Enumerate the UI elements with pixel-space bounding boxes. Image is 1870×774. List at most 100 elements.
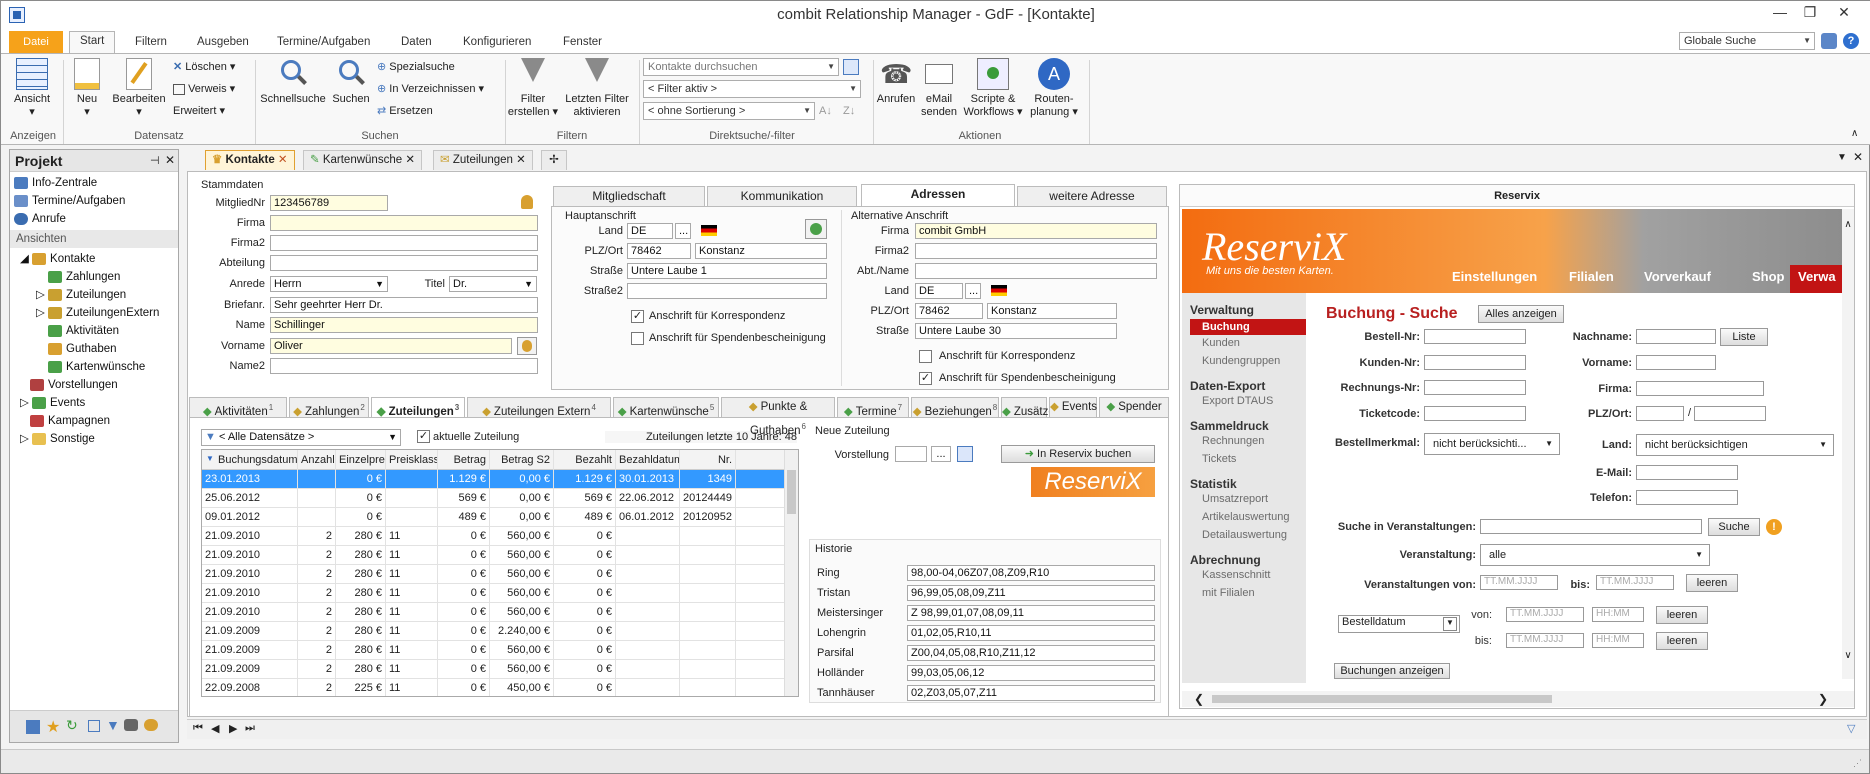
tab-adressen[interactable]: Adressen xyxy=(861,184,1015,206)
subtab-punkte-guthaben[interactable]: ◆ Punkte & Guthaben6 xyxy=(721,397,835,437)
column-header[interactable]: Betrag xyxy=(438,450,490,470)
side-heading[interactable]: Sammeldruck xyxy=(1190,419,1269,433)
table-row[interactable]: 09.01.2012 0 €489 €0,00 €489 €06.01.2012 2… xyxy=(202,508,784,527)
side-item[interactable]: Artikelauswertung xyxy=(1190,511,1300,523)
column-header[interactable]: Bezahldatum xyxy=(616,450,680,470)
buchungen-anzeigen-button[interactable]: Buchungen anzeigen xyxy=(1334,663,1450,679)
suche-button-rv[interactable]: Suche xyxy=(1708,518,1760,536)
ort-field-rv[interactable] xyxy=(1694,406,1766,421)
historie-value[interactable]: Z 98,99,01,07,08,09,11 xyxy=(907,605,1155,621)
scroll-thumb[interactable] xyxy=(1212,695,1552,703)
tree-item-sonstige[interactable]: ▷ Sonstige xyxy=(14,430,174,448)
alt-ort-field[interactable]: Konstanz xyxy=(987,303,1117,319)
table-row[interactable]: 22.09.2008 2 225 €11 0 €450,00 €0 € xyxy=(202,679,784,696)
table-icon[interactable] xyxy=(88,720,100,732)
resize-grip-icon[interactable]: ⋰ xyxy=(1853,758,1862,769)
scroll-right-icon[interactable]: ❯ xyxy=(1818,692,1828,706)
alt-abt-field[interactable] xyxy=(915,263,1157,279)
tab-datei[interactable]: Datei xyxy=(9,31,63,53)
verweis-button[interactable]: Verweis ▾ xyxy=(173,80,235,98)
alt-firma2-field[interactable] xyxy=(915,243,1157,259)
subtab-zuteilungen-extern[interactable]: ◆ Zuteilungen Extern4 xyxy=(467,397,611,418)
letzten-filter-button[interactable]: Letzten Filter aktivieren xyxy=(561,58,633,119)
tree-item-events[interactable]: ▷ Events xyxy=(14,394,174,412)
global-search-input[interactable]: Globale Suche ▼ xyxy=(1679,32,1815,50)
bis-time-field[interactable]: HH:MM xyxy=(1592,633,1644,648)
ersetzen-button[interactable]: ⇄ Ersetzen xyxy=(377,102,433,120)
side-item[interactable]: Umsatzreport xyxy=(1190,493,1300,505)
reservix-vscroll[interactable]: ∧ ∨ xyxy=(1842,209,1854,679)
alt-spenden-checkbox[interactable]: ✓ xyxy=(919,372,932,385)
haupt-land-lookup-button[interactable]: ... xyxy=(675,223,691,239)
subtab-zusätze[interactable]: ◆Zusätze9 xyxy=(1001,397,1060,418)
titel-select[interactable]: Dr. ▼ xyxy=(449,276,537,292)
tab-kommunikation[interactable]: Kommunikation xyxy=(707,186,857,206)
subtab-kartenwünsche[interactable]: ◆ Kartenwünsche5 xyxy=(613,397,719,418)
spezialsuche-button[interactable]: ⊕ Spezialsuche xyxy=(377,58,455,76)
map-icon[interactable] xyxy=(805,219,827,239)
tab-start[interactable]: Start xyxy=(69,31,116,53)
haupt-ort-field[interactable]: Konstanz xyxy=(695,243,827,259)
subtab-zuteilungen[interactable]: ◆ Zuteilungen3 xyxy=(371,397,465,418)
nav-shop[interactable]: Shop xyxy=(1752,269,1785,284)
sort-descending-icon[interactable]: Z↓ xyxy=(843,102,855,120)
tab-list-icon[interactable]: ▼ xyxy=(1837,152,1847,163)
tab-daten[interactable]: Daten xyxy=(391,33,442,53)
side-item[interactable]: Kundengruppen xyxy=(1190,355,1300,367)
tree-item-guthaben[interactable]: Guthaben xyxy=(14,340,174,358)
haupt-korrespondenz-checkbox[interactable]: ✓ xyxy=(631,310,644,323)
close-icon[interactable]: ✕ xyxy=(278,154,288,166)
table-row[interactable]: 21.09.2010 2 280 €11 0 €560,00 €0 € xyxy=(202,584,784,603)
subtab-aktivitäten[interactable]: ◆ Aktivitäten1 xyxy=(189,397,287,418)
side-heading[interactable]: Abrechnung xyxy=(1190,553,1261,567)
reservix-hscroll[interactable]: ❮ ❯ xyxy=(1182,691,1854,707)
last-record-icon[interactable]: ⏭ xyxy=(245,722,255,735)
side-item[interactable]: Export DTAUS xyxy=(1190,395,1300,407)
name-field[interactable]: Schillinger xyxy=(270,317,538,333)
info-icon[interactable]: ! xyxy=(1766,519,1782,535)
close-icon[interactable]: ✕ xyxy=(165,153,175,167)
table-row[interactable]: 21.09.2010 2 280 €11 0 €560,00 €0 € xyxy=(202,603,784,622)
vorname-field[interactable] xyxy=(1636,355,1716,370)
nav-filialen[interactable]: Filialen xyxy=(1569,269,1614,284)
column-header[interactable]: Anzahl xyxy=(298,450,336,470)
subtab-spender[interactable]: ◆ Spender xyxy=(1099,397,1169,417)
aktuelle-zuteilung-checkbox[interactable]: ✓ xyxy=(417,430,430,443)
veranstaltungen-von-field[interactable]: TT.MM.JJJJ xyxy=(1480,575,1558,590)
tree-item-aktivitaeten[interactable]: Aktivitäten xyxy=(14,322,174,340)
historie-value[interactable]: 96,99,05,08,09,Z11 xyxy=(907,585,1155,601)
table-row[interactable]: 21.09.2010 2 280 €11 0 €560,00 €0 € xyxy=(202,527,784,546)
mitgliednr-field[interactable]: 123456789 xyxy=(270,195,388,211)
historie-value[interactable]: 02,Z03,05,07,Z11 xyxy=(907,685,1155,701)
subtab-events[interactable]: ◆ Events xyxy=(1049,397,1097,417)
views-icon[interactable] xyxy=(26,720,40,734)
email-field-rv[interactable] xyxy=(1636,465,1738,480)
vorname-field[interactable]: Oliver xyxy=(270,338,512,354)
ansicht-button[interactable]: Ansicht ▾ xyxy=(9,58,55,119)
vorstellung-lookup-button[interactable]: ... xyxy=(931,446,951,462)
haupt-land-field[interactable]: DE xyxy=(627,223,673,239)
contact-lookup-icon[interactable] xyxy=(517,337,537,355)
users-icon[interactable] xyxy=(144,719,158,731)
tree-item-kampagnen[interactable]: Kampagnen xyxy=(14,412,174,430)
subtab-termine[interactable]: ◆ Termine7 xyxy=(837,397,909,418)
filter-erstellen-button[interactable]: Filter erstellen ▾ xyxy=(507,58,559,119)
pin-icon[interactable]: ⊣ xyxy=(150,154,160,167)
close-icon[interactable]: ✕ xyxy=(516,154,526,166)
tab-konfigurieren[interactable]: Konfigurieren xyxy=(453,33,541,53)
tree-item-zahlungen[interactable]: Zahlungen xyxy=(14,268,174,286)
doctab-zuteilungen[interactable]: ✉ Zuteilungen ✕ xyxy=(433,150,533,170)
schnellsuche-button[interactable]: Schnellsuche xyxy=(259,58,327,106)
nav-vorverkauf[interactable]: Vorverkauf xyxy=(1644,269,1711,284)
doctab-kontakte[interactable]: ♛ Kontakte ✕ xyxy=(205,150,295,170)
nav-verwaltung[interactable]: Verwa xyxy=(1790,265,1844,293)
column-header[interactable]: Preisklasse xyxy=(386,450,438,470)
neu-button[interactable]: Neu ▾ xyxy=(69,58,105,119)
sortierung-select[interactable]: < ohne Sortierung > ▼ xyxy=(643,102,815,120)
save-icon[interactable] xyxy=(957,446,973,462)
haupt-spenden-checkbox[interactable] xyxy=(631,332,644,345)
first-record-icon[interactable]: ⏮ xyxy=(193,722,203,735)
tree-item-termine[interactable]: Termine/Aufgaben xyxy=(14,192,174,210)
firma2-field[interactable] xyxy=(270,235,538,251)
filter-icon[interactable]: ▼ xyxy=(106,717,120,733)
